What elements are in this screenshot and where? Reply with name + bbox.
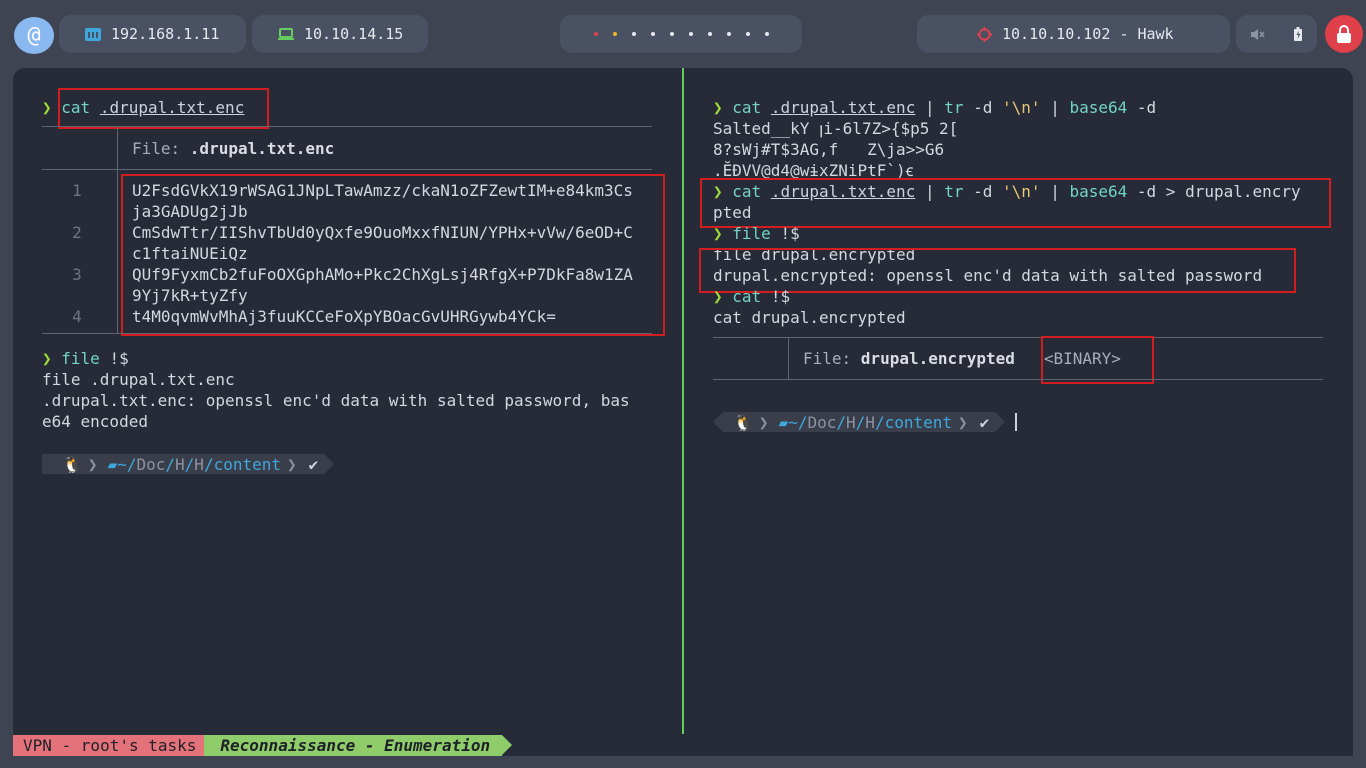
file-output-line: .drupal.txt.enc: openssl enc'd data with…: [42, 391, 630, 410]
binary-output-1: Salted__kY ꞁi-6l7Z>{$p5 2[: [713, 119, 959, 138]
target-text: 10.10.10.102 - Hawk: [1002, 25, 1174, 43]
highlight-box-base64: [121, 174, 665, 336]
top-bar: @ 192.168.1.11 10.10.14.15 10.10.10.102 …: [0, 0, 1366, 68]
tux-icon-right: 🐧: [723, 412, 759, 432]
bat-top-rule-right: [713, 337, 1323, 338]
check-icon: ✔: [302, 454, 325, 474]
folder-icon-right: ▰: [778, 412, 789, 432]
pane-divider[interactable]: [682, 68, 684, 734]
bat-file-header: File: .drupal.txt.enc: [132, 139, 335, 158]
right-cmd-line-3: ❯ file !$: [713, 224, 800, 243]
right-cmd-line-1: ❯ cat .drupal.txt.enc | tr -d '\n' | bas…: [713, 98, 1157, 117]
workspace-dot-3[interactable]: [631, 32, 636, 36]
window-name[interactable]: Reconnaissance - Enumeration: [204, 735, 503, 756]
bat-file-name: .drupal.txt.enc: [189, 139, 335, 158]
laptop-icon: [278, 27, 294, 40]
text-cursor[interactable]: [1015, 413, 1018, 431]
workspace-dot-5[interactable]: [669, 32, 674, 36]
right-cmd-line-4: ❯ cat !$: [713, 287, 791, 306]
bat-header-rule: [42, 169, 652, 170]
workspace-dot-7[interactable]: [707, 32, 712, 36]
line-number-4: 4: [72, 307, 82, 326]
highlight-box-decode: [700, 178, 1331, 228]
bat-top-rule: [42, 126, 652, 127]
local-ip-text: 192.168.1.11: [111, 25, 220, 43]
tmux-status-bar: VPN - root's tasks Reconnaissance - Enum…: [13, 735, 513, 756]
vpn-ip-text: 10.10.14.15: [304, 25, 404, 43]
workspace-dot-2[interactable]: [612, 32, 617, 36]
session-name[interactable]: VPN - root's tasks: [13, 735, 205, 756]
workspace-dot-10[interactable]: [764, 32, 769, 36]
lock-power-icon[interactable]: [1325, 15, 1363, 53]
history-echo-4: cat drupal.encrypted: [713, 308, 906, 327]
workspace-dot-8[interactable]: [726, 32, 731, 36]
target-widget[interactable]: 10.10.10.102 - Hawk: [917, 15, 1230, 53]
workspace-switcher[interactable]: [560, 15, 802, 53]
powerline-prompt-right[interactable]: 🐧 ❯ ▰ ~/Doc / H / H / content ❯ ✔: [713, 412, 1018, 432]
folder-icon: ▰: [107, 454, 118, 474]
binary-output-2: 8?sWj#T$3AG,f Z\ja>>G6: [713, 140, 945, 159]
bat-gutter-rule-right: [788, 337, 789, 379]
vpn-ip-widget[interactable]: 10.10.14.15: [252, 15, 428, 53]
terminal-window[interactable]: ❯ cat .drupal.txt.enc File: .drupal.txt.…: [13, 68, 1353, 756]
cwd-segment: ▰ ~/Doc / H / H / content: [101, 454, 288, 474]
check-icon-right: ✔: [973, 412, 996, 432]
line-number-2: 2: [72, 223, 82, 242]
workspace-dot-1[interactable]: [593, 32, 598, 36]
highlight-box-binary: [1041, 336, 1154, 384]
cwd-segment-right: ▰ ~/Doc / H / H / content: [772, 412, 959, 432]
workspace-dot-6[interactable]: [688, 32, 693, 36]
history-echo: file .drupal.txt.enc: [42, 370, 235, 389]
line-number-3: 3: [72, 265, 82, 284]
workspace-dot-9[interactable]: [745, 32, 750, 36]
workspace-dot-4[interactable]: [650, 32, 655, 36]
bat-gutter-rule: [117, 126, 118, 334]
local-ip-widget[interactable]: 192.168.1.11: [59, 15, 246, 53]
volume-muted-icon[interactable]: [1250, 28, 1265, 41]
network-icon: [85, 27, 101, 41]
powerline-prompt-left: 🐧 ❯ ▰ ~/Doc / H / H / content ❯ ✔: [42, 454, 335, 474]
tux-icon: 🐧: [42, 454, 88, 474]
highlight-box-cat: [58, 88, 269, 129]
bat-bottom-rule-right: [713, 379, 1323, 380]
prompt-symbol: ❯: [42, 98, 52, 117]
target-crosshair-icon: [977, 26, 992, 42]
system-tray: [1236, 15, 1317, 53]
bat-bottom-rule: [42, 333, 652, 334]
left-cmd-line-2: ❯ file !$: [42, 349, 129, 368]
line-number-1: 1: [72, 181, 82, 200]
debian-logo-icon[interactable]: @: [14, 17, 54, 54]
file-output-wrap: e64 encoded: [42, 412, 148, 431]
cmd-file: file: [61, 349, 100, 368]
battery-icon[interactable]: [1294, 27, 1303, 41]
